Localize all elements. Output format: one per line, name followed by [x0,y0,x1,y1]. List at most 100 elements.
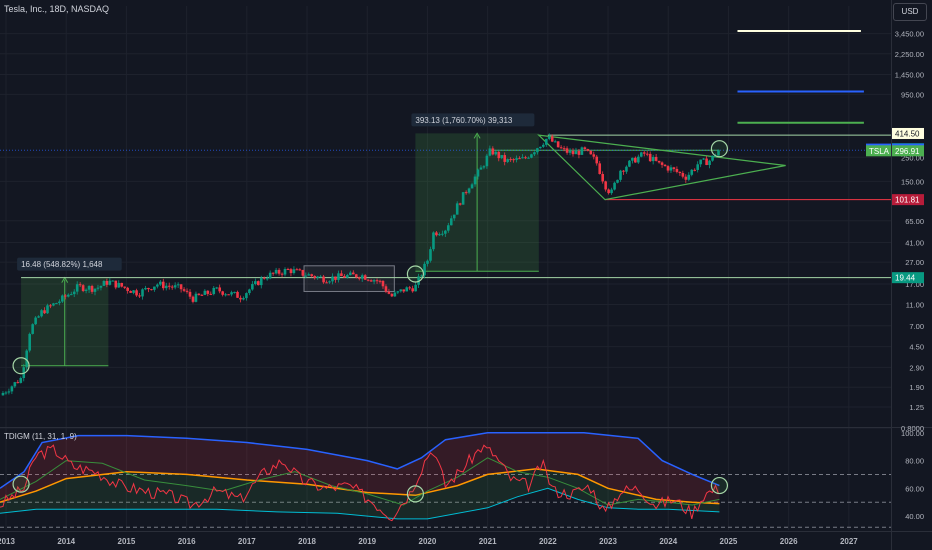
price-tag-prefix: TSLA [869,147,890,156]
candle-body [598,163,602,174]
candle-body [156,284,159,287]
candle-body [274,269,278,274]
candle-body [586,149,590,151]
price-tag-text: 414.50 [895,129,920,138]
candle-body [476,169,480,177]
chart-canvas[interactable]: 16.48 (548.82%) 1,648 393.13 (1,760.70%) … [0,0,932,550]
currency-button[interactable]: USD [893,3,927,21]
candle-body [577,151,581,155]
candle-body [150,289,153,291]
candle-body [334,276,337,280]
candle-body [129,290,132,293]
candle-body [414,284,417,292]
candle-body [444,230,447,234]
candle-body [387,291,391,294]
candle-body [518,158,521,160]
candle-body [500,155,504,159]
price-tag-4: 296.91 TSLA [866,145,924,157]
candle-body [93,288,97,292]
candle-body [711,155,714,161]
candle-body [188,291,192,297]
candle-body [99,285,103,288]
candle-body [349,272,352,276]
highlight-circle-3 [710,140,729,158]
candle-body [170,286,174,288]
candle-body [61,295,64,302]
candle-body [574,151,578,155]
candle-body [105,280,109,285]
candle-body [227,294,230,296]
candle-body [182,289,186,291]
candle-body [230,292,233,295]
candle-body [491,148,495,155]
candle-body [672,167,676,169]
candle-body [84,289,88,291]
candle-body [212,287,216,295]
candle-body [595,156,599,164]
time-axis: 2013 2014 2015 2016 2017 2018 2019 2020 2021 2022… [0,537,858,546]
time-tick: 2026 [780,537,798,546]
candle-body [120,282,124,287]
candle-body [78,284,82,286]
price-tag-6: 19.44 [892,272,924,284]
indicator-tick: 40.00 [905,512,924,521]
candle-body [393,292,397,297]
candle-body [271,272,275,274]
indicator-pane: 40.00 60.00 80.00 100.00 [0,429,924,528]
candle-body [64,295,67,297]
candle-body [200,294,204,296]
candle-body [90,285,94,292]
candle-body [553,141,557,143]
candle-body [550,136,554,142]
time-tick: 2014 [57,537,75,546]
candle-body [645,153,649,155]
highlight-circle-2 [406,265,424,283]
candle-body [340,273,343,277]
indicator-circle-1 [12,475,30,493]
candle-body [648,153,652,162]
measure-tool-1: 16.48 (548.82%) 1,648 [17,257,122,367]
candle-body [218,287,221,292]
candle-body [515,158,518,160]
candle-body [316,276,319,278]
candle-body [651,156,655,162]
candle-body [360,275,364,279]
price-tick: 41.00 [905,238,924,247]
candle-body [7,391,11,393]
candle-body [280,273,284,275]
candle-body [547,136,551,139]
candle-body [482,166,486,168]
candle-body [506,159,509,162]
candle-body [607,189,610,194]
price-tag-text: 19.44 [895,274,916,283]
price-tag-text: 296.91 [895,147,920,156]
candle-body [262,277,266,279]
candle-body [292,269,296,274]
candle-body [242,298,245,300]
candle-body [209,293,213,295]
candle-body [696,164,699,170]
candle-body [666,166,670,171]
candle-body [111,280,115,282]
time-tick: 2013 [0,537,15,546]
candle-body [580,147,584,155]
candle-body [248,289,251,294]
candle-body [488,148,492,156]
candle-body [135,290,138,296]
candle-body [31,324,34,334]
candle-body [19,378,23,383]
candle-body [37,316,40,318]
candle-body [521,157,524,159]
indicator-tick: 100.00 [901,429,924,438]
candle-body [268,272,272,279]
candle-body [301,269,305,276]
candle-body [221,291,224,295]
candle-body [224,294,227,296]
indicator-circle-3 [710,476,729,495]
candle-body [429,249,432,261]
candle-body [366,279,370,281]
candle-body [55,303,58,305]
candle-body [690,169,694,175]
candle-body [153,286,156,290]
time-tick: 2018 [298,537,316,546]
